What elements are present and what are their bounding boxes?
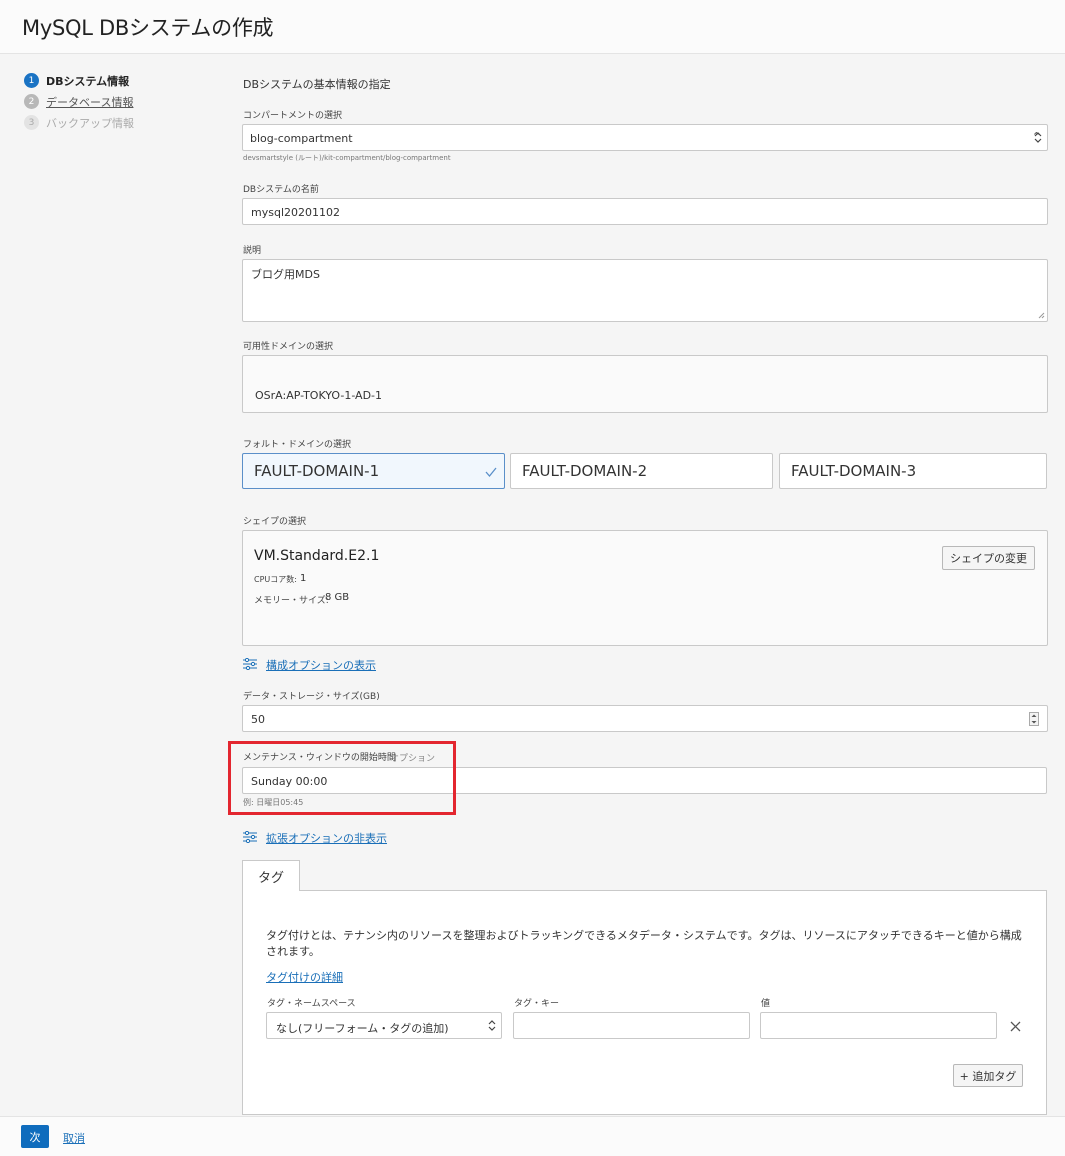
compartment-value: blog-compartment — [250, 132, 353, 145]
step-backup-info: 3 バックアップ情報 — [24, 112, 134, 133]
step-label: データベース情報 — [46, 95, 134, 109]
description-textarea[interactable]: ブログ用MDS — [242, 259, 1048, 322]
next-button[interactable]: 次 — [21, 1125, 49, 1148]
page-header: MySQL DBシステムの作成 — [0, 0, 1065, 54]
shape-cpu-label: CPUコア数: — [254, 575, 297, 584]
fault-domain-name: FAULT-DOMAIN-3 — [791, 462, 917, 480]
shape-name: VM.Standard.E2.1 — [254, 548, 380, 564]
shape-cpu-value: 1 — [300, 573, 307, 584]
step-database-info[interactable]: 2 データベース情報 — [24, 91, 134, 112]
name-label: DBシステムの名前 — [243, 185, 319, 195]
fault-domain-option-3[interactable]: FAULT-DOMAIN-3 — [779, 453, 1047, 489]
shape-card: VM.Standard.E2.1 CPUコア数: 1 メモリー・サイズ: 8 G… — [242, 530, 1048, 646]
shape-memory-label: メモリー・サイズ: — [254, 596, 329, 606]
step-db-system-info[interactable]: 1 DBシステム情報 — [24, 70, 134, 91]
stepper-icon[interactable] — [1029, 712, 1039, 726]
fault-domain-label: フォルト・ドメインの選択 — [243, 440, 352, 450]
tab-tags[interactable]: タグ — [242, 860, 300, 891]
highlight-annotation-box — [228, 741, 456, 815]
step-label: DBシステム情報 — [46, 74, 130, 88]
description-label: 説明 — [243, 246, 262, 256]
close-icon[interactable] — [1010, 1021, 1021, 1032]
availability-domain-value: OSrA:AP-TOKYO-1-AD-1 — [255, 389, 383, 402]
step-number: 2 — [24, 94, 39, 109]
tags-details-link[interactable]: タグ付けの詳細 — [266, 969, 343, 985]
tag-value-input[interactable] — [760, 1012, 997, 1039]
tags-description: タグ付けとは、テナンシ内のリソースを整理およびトラッキングできるメタデータ・シス… — [266, 929, 1022, 958]
availability-domain-label: 可用性ドメインの選択 — [243, 342, 334, 352]
checkmark-icon — [485, 467, 497, 477]
select-arrows-icon — [1034, 132, 1042, 143]
description-value: ブログ用MDS — [251, 268, 320, 281]
page-footer: 次 取消 — [0, 1116, 1065, 1156]
availability-domain-card[interactable]: OSrA:AP-TOKYO-1-AD-1 — [242, 355, 1048, 413]
resize-handle-icon[interactable] — [1038, 312, 1045, 319]
shape-memory-value: 8 GB — [325, 592, 350, 603]
hide-advanced-options-link[interactable]: 拡張オプションの非表示 — [266, 830, 387, 846]
tag-namespace-value: なし(フリーフォーム・タグの追加) — [276, 1022, 449, 1035]
tag-key-input[interactable] — [513, 1012, 750, 1039]
compartment-label: コンパートメントの選択 — [243, 111, 343, 121]
change-shape-button[interactable]: シェイプの変更 — [942, 546, 1035, 570]
fault-domain-name: FAULT-DOMAIN-2 — [522, 462, 648, 480]
step-number: 3 — [24, 115, 39, 130]
step-number: 1 — [24, 73, 39, 88]
show-config-options-link[interactable]: 構成オプションの表示 — [266, 657, 376, 673]
add-tag-button[interactable]: + 追加タグ — [953, 1064, 1023, 1087]
fault-domain-name: FAULT-DOMAIN-1 — [254, 462, 380, 480]
sliders-icon — [243, 658, 257, 670]
shape-label: シェイプの選択 — [243, 517, 307, 527]
tags-panel: タグ付けとは、テナンシ内のリソースを整理およびトラッキングできるメタデータ・シス… — [242, 890, 1047, 1115]
fault-domain-option-2[interactable]: FAULT-DOMAIN-2 — [510, 453, 773, 489]
fault-domain-option-1[interactable]: FAULT-DOMAIN-1 — [242, 453, 505, 489]
wizard-steps: 1 DBシステム情報 2 データベース情報 3 バックアップ情報 — [24, 70, 134, 133]
step-label: バックアップ情報 — [46, 116, 134, 130]
tag-namespace-select[interactable]: なし(フリーフォーム・タグの追加) — [266, 1012, 502, 1039]
storage-label: データ・ストレージ・サイズ(GB) — [243, 692, 380, 702]
cancel-link[interactable]: 取消 — [63, 1130, 85, 1146]
name-value: mysql20201102 — [251, 206, 340, 219]
tag-namespace-label: タグ・ネームスペース — [267, 999, 356, 1009]
storage-input[interactable]: 50 — [242, 705, 1048, 732]
tag-value-label: 値 — [761, 999, 771, 1009]
page-title: MySQL DBシステムの作成 — [22, 16, 274, 40]
compartment-hint: devsmartstyle (ルート)/kit-compartment/blog… — [243, 154, 451, 162]
name-input[interactable]: mysql20201102 — [242, 198, 1048, 225]
compartment-select[interactable]: blog-compartment ⌃ — [242, 124, 1048, 151]
select-arrows-icon — [488, 1020, 496, 1031]
sliders-icon — [243, 831, 257, 843]
storage-value: 50 — [251, 713, 265, 726]
section-title: DBシステムの基本情報の指定 — [243, 78, 391, 91]
tag-key-label: タグ・キー — [514, 999, 560, 1009]
